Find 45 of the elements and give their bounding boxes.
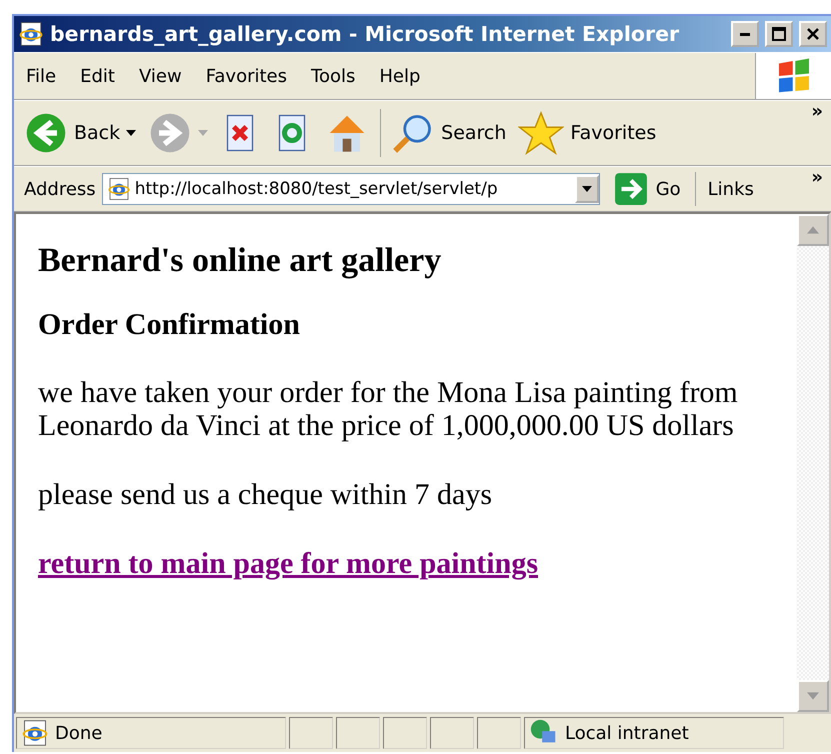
status-pane <box>477 717 521 749</box>
address-field[interactable]: http://localhost:8080/test_servlet/servlet/p <box>102 173 600 205</box>
browser-icon <box>18 21 44 47</box>
dropdown-button[interactable] <box>574 175 599 203</box>
close-icon <box>806 27 820 41</box>
search-button[interactable]: Search <box>385 111 512 155</box>
caret-icon <box>198 130 208 136</box>
favorites-button[interactable]: Favorites <box>512 110 662 156</box>
menu-item[interactable]: Help <box>367 66 432 86</box>
page-subheading: Order Confirmation <box>38 308 301 342</box>
back-button[interactable]: Back <box>18 111 142 155</box>
minimize-button[interactable] <box>731 21 759 47</box>
status-text: Done <box>55 722 102 744</box>
more-chevron[interactable]: » <box>803 101 831 122</box>
caret-icon <box>126 130 136 136</box>
maximize-icon <box>772 27 786 41</box>
browser-icon <box>21 719 49 747</box>
caret-icon <box>582 186 592 192</box>
minimize-icon <box>740 32 750 36</box>
window-title: bernards_art_gallery.com - Microsoft Internet Explorer <box>50 22 680 46</box>
address-label: Address <box>23 178 97 200</box>
maximize-button[interactable] <box>765 21 793 47</box>
menu-item[interactable]: File <box>14 66 68 86</box>
star-icon <box>518 110 564 156</box>
close-button[interactable] <box>799 21 827 47</box>
menu-item[interactable]: Tools <box>299 66 368 86</box>
page-heading: Bernard's online art gallery <box>38 242 442 280</box>
zone-text: Local intranet <box>565 722 689 744</box>
status-pane <box>430 717 474 749</box>
status-pane <box>383 717 427 749</box>
menu-item[interactable]: View <box>126 66 194 86</box>
status-pane <box>336 717 380 749</box>
menu-item[interactable]: Favorites <box>194 66 300 86</box>
more-chevron[interactable]: » <box>803 167 831 188</box>
paragraph: please send us a cheque within 7 days <box>38 478 494 511</box>
links-label[interactable]: Links <box>696 178 758 200</box>
status-pane <box>289 717 333 749</box>
browser-icon <box>106 177 131 201</box>
menu-item[interactable]: Edit <box>68 66 127 86</box>
down-arrow-icon <box>807 692 819 700</box>
return-link[interactable]: return to main page for more paintings <box>38 547 538 580</box>
go-button[interactable]: Go <box>600 172 696 206</box>
up-arrow-icon <box>807 226 819 234</box>
paragraph: we have taken your order for the Mona Lisa painting from Leonardo da Vinci at the price of 1,000,000.00 US dollars <box>38 376 739 442</box>
scrollbar[interactable] <box>797 214 829 712</box>
